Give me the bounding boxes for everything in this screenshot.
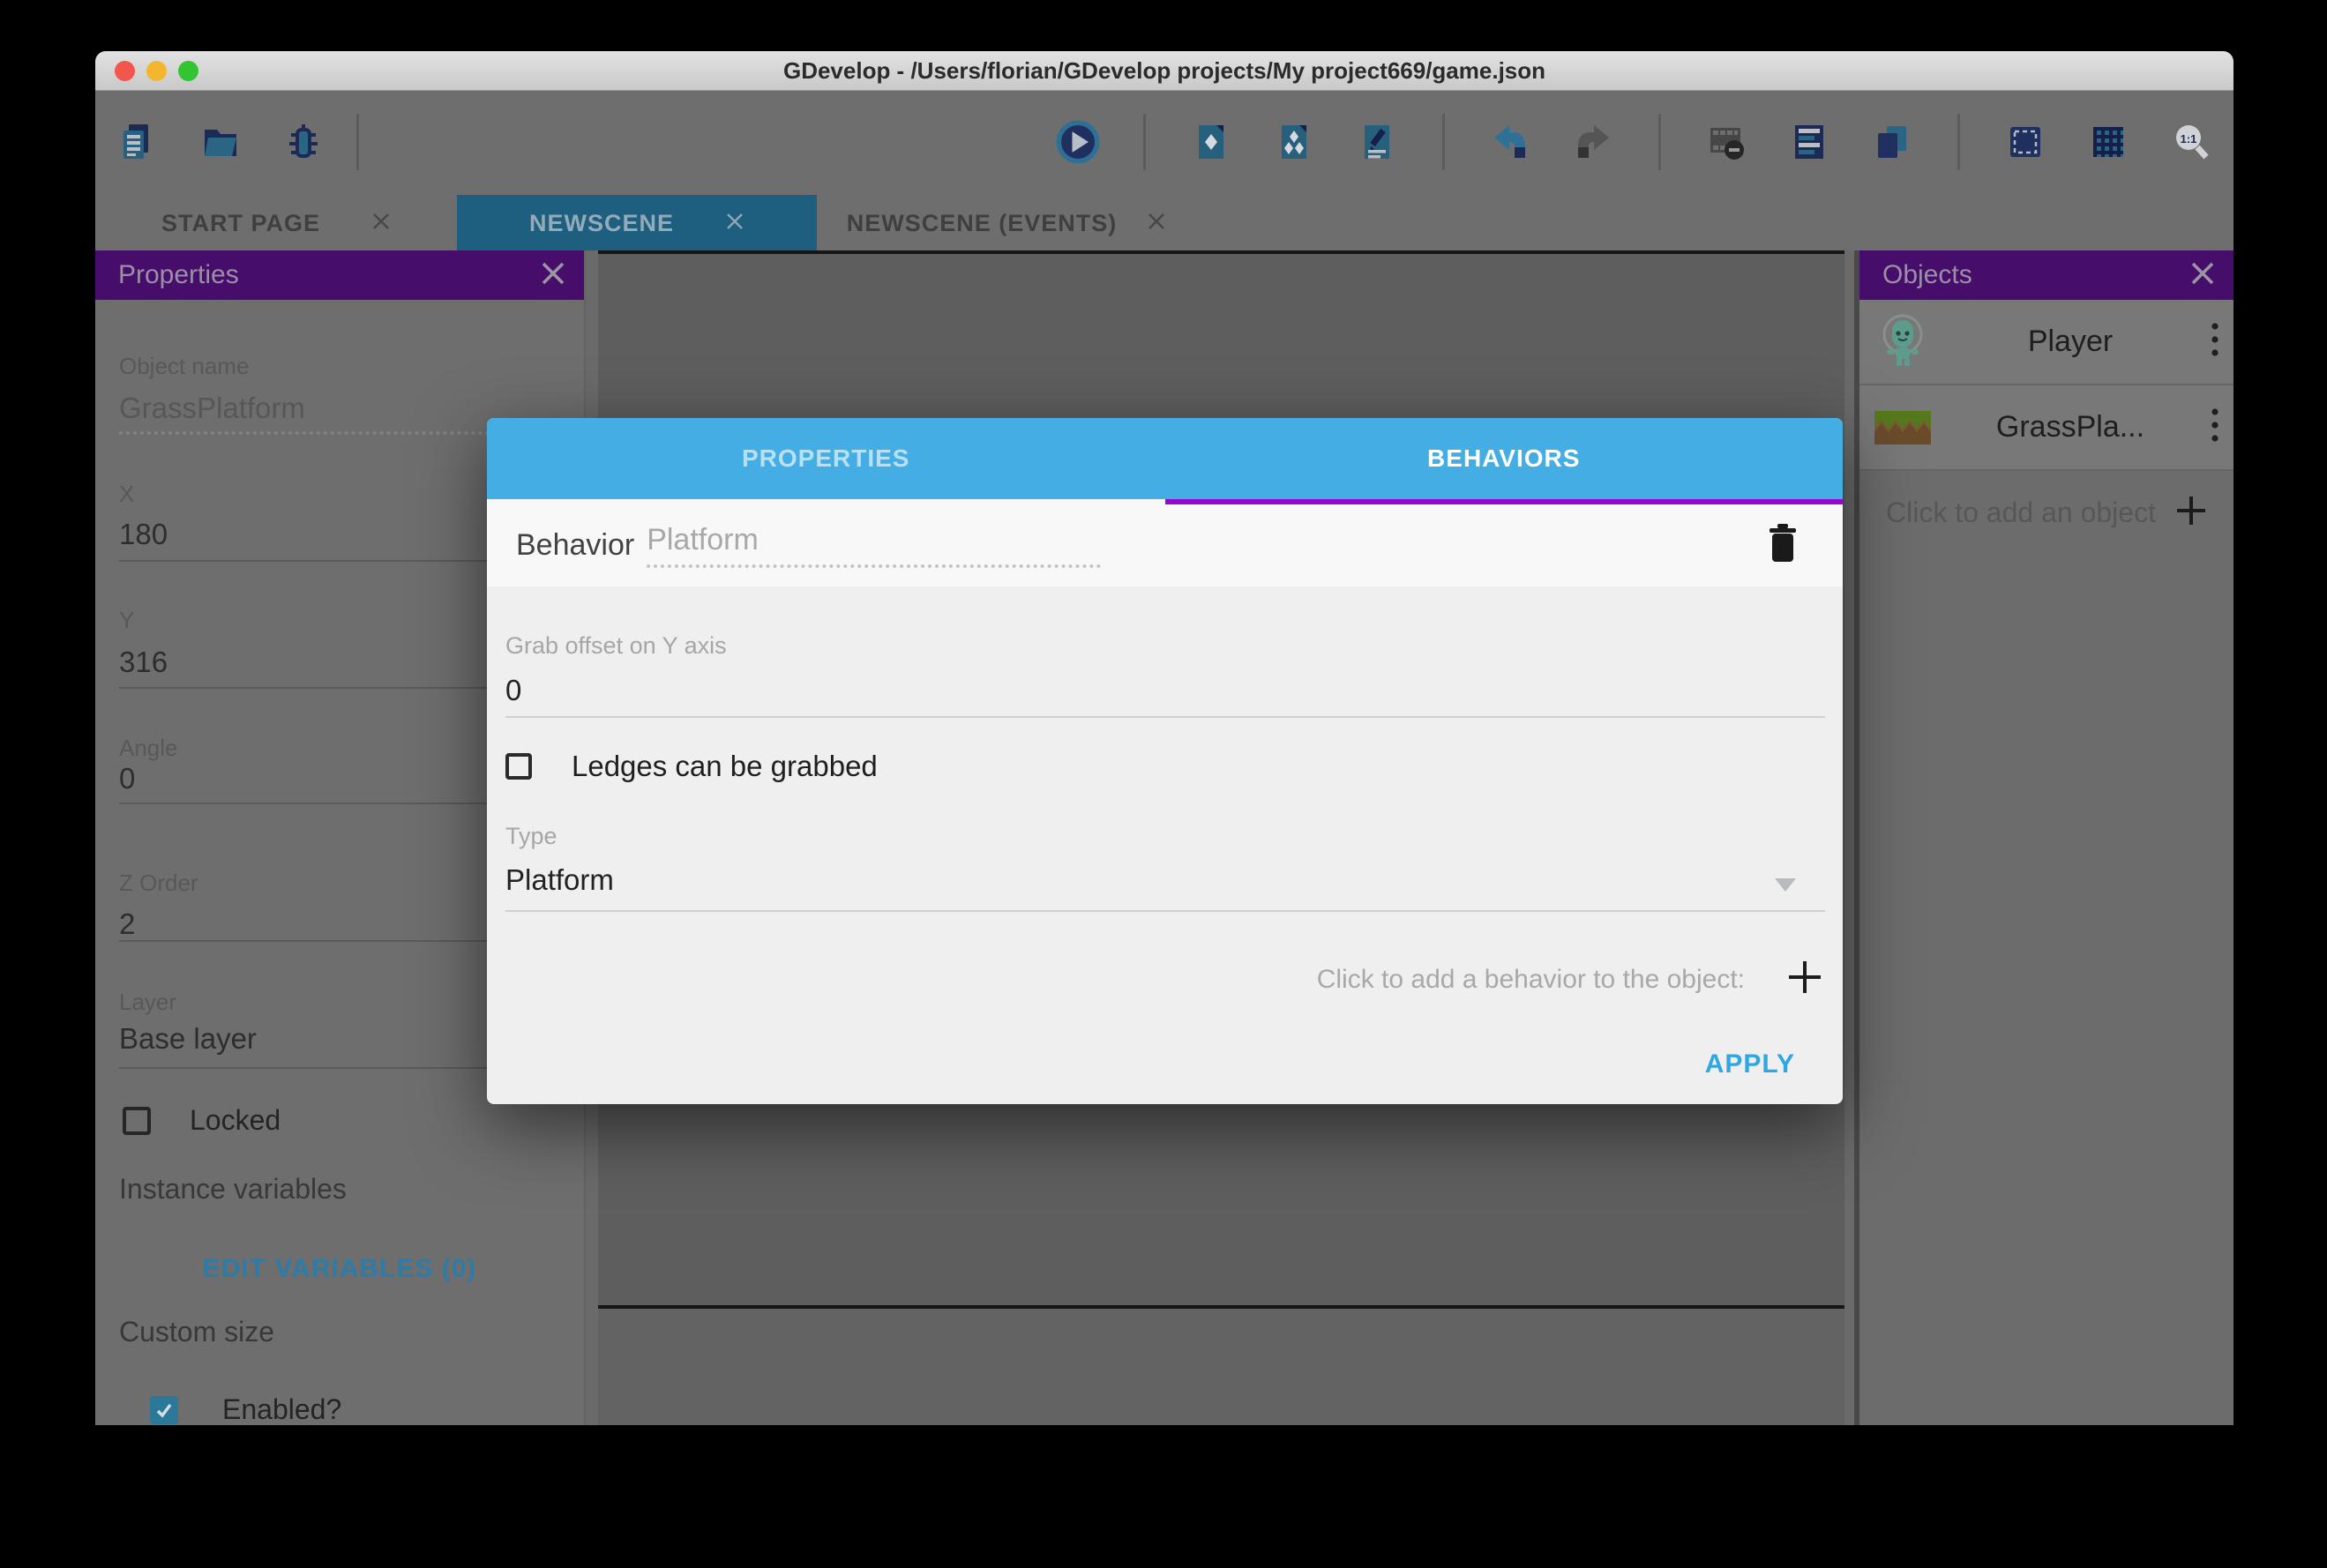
behavior-name-row: Behavior Platform (487, 504, 1843, 586)
tab-label: START PAGE (161, 210, 320, 237)
scene-events-icon[interactable] (1354, 119, 1400, 165)
grass-platform-sprite-icon (1874, 411, 1932, 444)
properties-panel-header: Properties (95, 250, 584, 300)
toolbar-separator (1957, 114, 1960, 170)
object-row-player[interactable]: Player (1859, 300, 2233, 385)
tab-close-icon[interactable] (725, 210, 744, 237)
behavior-label: Behavior (516, 528, 634, 563)
grab-offset-label: Grab offset on Y axis (505, 632, 727, 660)
open-project-icon[interactable] (198, 119, 243, 165)
type-select[interactable]: Platform (505, 863, 614, 897)
object-name-label: Object name (119, 353, 560, 380)
object-row-grassplatform[interactable]: GrassPla... (1859, 385, 2233, 471)
enabled-checkbox[interactable] (150, 1396, 178, 1424)
svg-text:1:1: 1:1 (2181, 132, 2197, 146)
instances-list-icon[interactable] (1786, 119, 1832, 165)
selection-frame-icon[interactable] (2002, 119, 2048, 165)
apply-button[interactable]: APPLY (1705, 1049, 1795, 1079)
tab-start-page[interactable]: START PAGE (95, 195, 457, 251)
project-manager-icon[interactable] (115, 119, 161, 165)
type-label: Type (505, 823, 557, 850)
toolbar-separator (1143, 114, 1146, 170)
trash-icon[interactable] (1763, 521, 1802, 570)
toolbar-separator (1658, 114, 1661, 170)
screen: GDevelop - /Users/florian/GDevelop proje… (0, 0, 2327, 1568)
plus-icon[interactable] (1785, 958, 1824, 1001)
kebab-menu-icon[interactable] (2209, 405, 2221, 450)
add-object-row[interactable]: Click to add an object (1859, 471, 2233, 554)
close-window-button[interactable] (115, 61, 135, 81)
chevron-down-icon[interactable] (1775, 878, 1796, 892)
ledges-label: Ledges can be grabbed (572, 750, 878, 783)
zoom-1-1-icon[interactable]: 1:1 (2168, 119, 2214, 165)
tab-properties[interactable]: PROPERTIES (487, 418, 1165, 499)
objects-panel: Objects (1854, 250, 2233, 1425)
ledges-row: Ledges can be grabbed (505, 750, 878, 783)
zoom-window-button[interactable] (178, 61, 198, 81)
behavior-dialog-header: PROPERTIES BEHAVIORS (487, 418, 1843, 504)
toolbar: 1:1 (95, 91, 2233, 193)
play-icon[interactable] (1055, 119, 1101, 165)
editor-tabbar: START PAGE NEWSCENE NEWSCENE (EVENTS) (95, 193, 2233, 251)
field-underline (505, 910, 1825, 912)
toolbar-left-group (115, 119, 326, 165)
objects-panel-header: Objects (1859, 250, 2233, 300)
scene-objects-icon[interactable] (1271, 119, 1317, 165)
alien-sprite-icon (1874, 313, 1932, 371)
add-behavior-row: Click to add a behavior to the object: (1317, 958, 1824, 1001)
add-behavior-label: Click to add a behavior to the object: (1317, 965, 1745, 995)
tab-close-icon[interactable] (371, 210, 391, 237)
tab-behaviors[interactable]: BEHAVIORS (1165, 418, 1844, 499)
scene-canvas-margin (598, 1309, 1844, 1425)
tab-label: NEWSCENE (529, 210, 674, 237)
add-object-label: Click to add an object (1886, 497, 2174, 529)
panel-title: Properties (118, 260, 538, 290)
toolbar-separator (356, 114, 359, 170)
tab-newscene-events[interactable]: NEWSCENE (EVENTS) (817, 195, 1196, 251)
field-underline (505, 716, 1825, 718)
object-label: GrassPla... (1932, 410, 2209, 444)
panel-title: Objects (1882, 260, 2188, 290)
grid-icon[interactable] (2085, 119, 2131, 165)
behavior-name-input[interactable]: Platform (647, 523, 1101, 568)
toolbar-separator (1442, 114, 1445, 170)
close-icon[interactable] (2188, 258, 2218, 293)
edit-variables-button[interactable]: EDIT VARIABLES (0) (119, 1254, 560, 1284)
remove-instances-icon[interactable] (1703, 119, 1749, 165)
debug-icon[interactable] (281, 119, 326, 165)
tab-label: NEWSCENE (EVENTS) (847, 210, 1118, 237)
locked-checkbox[interactable] (123, 1107, 151, 1135)
instance-variables-heading: Instance variables (119, 1173, 560, 1206)
redo-icon[interactable] (1570, 119, 1616, 165)
gdevelop-window: GDevelop - /Users/florian/GDevelop proje… (95, 51, 2233, 1425)
close-icon[interactable] (538, 258, 568, 293)
tab-newscene[interactable]: NEWSCENE (457, 195, 817, 251)
object-label: Player (1932, 325, 2209, 359)
behavior-dialog-tabs: PROPERTIES BEHAVIORS (487, 418, 1843, 499)
locked-label: Locked (190, 1104, 281, 1137)
enabled-row: Enabled? (150, 1393, 560, 1425)
titlebar: GDevelop - /Users/florian/GDevelop proje… (95, 51, 2233, 91)
window-controls (115, 51, 198, 90)
scene-properties-icon[interactable] (1188, 119, 1234, 165)
custom-size-heading: Custom size (119, 1316, 560, 1348)
undo-icon[interactable] (1487, 119, 1533, 165)
grab-offset-field[interactable]: 0 (505, 674, 521, 707)
tab-close-icon[interactable] (1147, 210, 1166, 237)
locked-row: Locked (123, 1104, 560, 1137)
toolbar-right-group: 1:1 (1055, 91, 2214, 193)
kebab-menu-icon[interactable] (2209, 319, 2221, 364)
enabled-label: Enabled? (222, 1393, 341, 1425)
ledges-checkbox[interactable] (505, 753, 532, 780)
window-title: GDevelop - /Users/florian/GDevelop proje… (783, 57, 1545, 85)
behavior-dialog: PROPERTIES BEHAVIORS Behavior Platform G… (487, 418, 1843, 1104)
minimize-window-button[interactable] (146, 61, 167, 81)
plus-icon[interactable] (2174, 493, 2209, 533)
duplicate-icon[interactable] (1869, 119, 1915, 165)
